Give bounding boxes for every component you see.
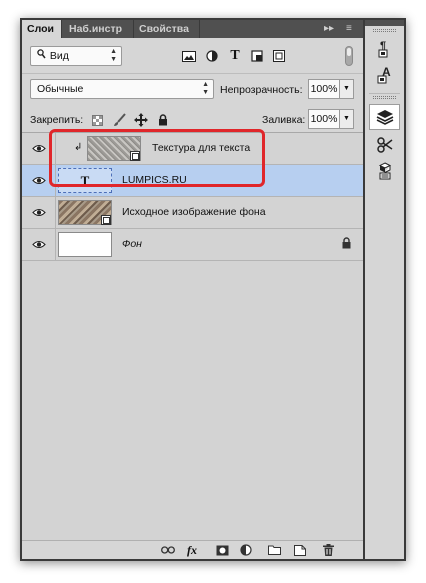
layer-thumbnail — [58, 232, 112, 257]
link-layers-icon[interactable] — [160, 543, 176, 557]
adjustment-filter-icon[interactable] — [203, 47, 221, 65]
layer-row-source-background[interactable]: Исходное изображение фона — [22, 197, 363, 229]
dock-separator — [369, 93, 400, 94]
layers-panel-icon[interactable] — [369, 104, 400, 130]
lock-position-move-icon[interactable] — [132, 111, 150, 129]
delete-icon[interactable] — [320, 543, 336, 557]
adjustment-layer-icon[interactable] — [238, 543, 254, 557]
opacity-label: Непрозрачность: — [220, 84, 303, 96]
highlight-annotation — [49, 129, 265, 187]
image-filter-icon[interactable] — [180, 47, 198, 65]
select-arrows-icon: ▲ ▼ — [110, 48, 117, 63]
visibility-toggle[interactable] — [22, 197, 56, 228]
lock-icon — [342, 237, 351, 252]
lock-all-icon[interactable] — [154, 111, 172, 129]
eye-icon — [31, 144, 46, 153]
3d-icon[interactable] — [369, 158, 400, 184]
layers-panel: Слои Наб.инстр Свойства ▸▸ ≡ Вид ▲ ▼ T О… — [22, 20, 363, 559]
blend-mode-select[interactable]: Обычные ▲ ▼ — [30, 79, 214, 99]
layer-name[interactable]: Исходное изображение фона — [122, 206, 266, 219]
search-icon — [37, 47, 47, 65]
filter-kind-value: Вид — [49, 50, 69, 62]
lock-label: Закрепить: — [30, 114, 84, 126]
opacity-field[interactable]: 100% — [308, 79, 340, 99]
tools-icon[interactable] — [369, 132, 400, 158]
smart-object-filter-icon[interactable] — [270, 47, 288, 65]
blend-mode-row: Обычные ▲ ▼ Непрозрачность: 100% ▼ — [22, 76, 363, 102]
dock-header — [365, 20, 404, 26]
photoshop-panel-window: Слои Наб.инстр Свойства ▸▸ ≡ Вид ▲ ▼ T О… — [20, 18, 406, 561]
layer-row-background[interactable]: Фон — [22, 229, 363, 261]
panel-tab-bar: Слои Наб.инстр Свойства ▸▸ ≡ — [22, 20, 363, 38]
select-arrows-icon: ▲ ▼ — [202, 81, 209, 96]
fill-label: Заливка: — [262, 114, 306, 126]
smart-object-badge-icon — [101, 215, 111, 225]
tab-properties[interactable]: Свойства — [134, 20, 200, 38]
layers-list: ↲ Текстура для текста T LUMPICS.RU Исход… — [22, 132, 363, 540]
group-folder-icon[interactable] — [266, 543, 282, 557]
collapse-panels-button[interactable]: ▸▸ — [324, 20, 334, 38]
character-styles-icon[interactable]: A — [369, 62, 400, 88]
dock-grip[interactable] — [373, 29, 396, 32]
opacity-dropdown-button[interactable]: ▼ — [340, 79, 354, 99]
fx-icon[interactable]: fx — [184, 543, 200, 557]
filter-kind-select[interactable]: Вид ▲ ▼ — [30, 46, 122, 66]
eye-icon — [31, 208, 46, 217]
panel-dock: ¶ A — [365, 20, 404, 559]
layer-name[interactable]: Фон — [122, 238, 142, 251]
new-layer-icon[interactable] — [292, 543, 308, 557]
shape-filter-icon[interactable] — [248, 47, 266, 65]
layers-bottom-toolbar: fx — [22, 540, 363, 559]
eye-icon — [31, 176, 46, 185]
lock-pixels-brush-icon[interactable] — [110, 111, 128, 129]
blend-mode-value: Обычные — [37, 83, 84, 95]
paragraph-styles-icon[interactable]: ¶ — [369, 36, 400, 62]
filter-toggle-switch[interactable] — [345, 46, 353, 66]
type-filter-icon[interactable]: T — [226, 47, 244, 65]
fill-field[interactable]: 100% — [308, 109, 340, 129]
visibility-toggle[interactable] — [22, 229, 56, 260]
lock-transparency-icon[interactable] — [88, 111, 106, 129]
panel-menu-button[interactable]: ≡ — [346, 20, 352, 38]
eye-icon — [31, 240, 46, 249]
mask-icon[interactable] — [214, 543, 230, 557]
layer-filter-row: Вид ▲ ▼ T — [22, 42, 363, 72]
divider — [22, 73, 363, 74]
tab-layer-comps[interactable]: Наб.инстр — [64, 20, 134, 38]
fill-dropdown-button[interactable]: ▼ — [340, 109, 354, 129]
tab-layers[interactable]: Слои — [22, 20, 62, 38]
dock-grip[interactable] — [373, 96, 396, 99]
